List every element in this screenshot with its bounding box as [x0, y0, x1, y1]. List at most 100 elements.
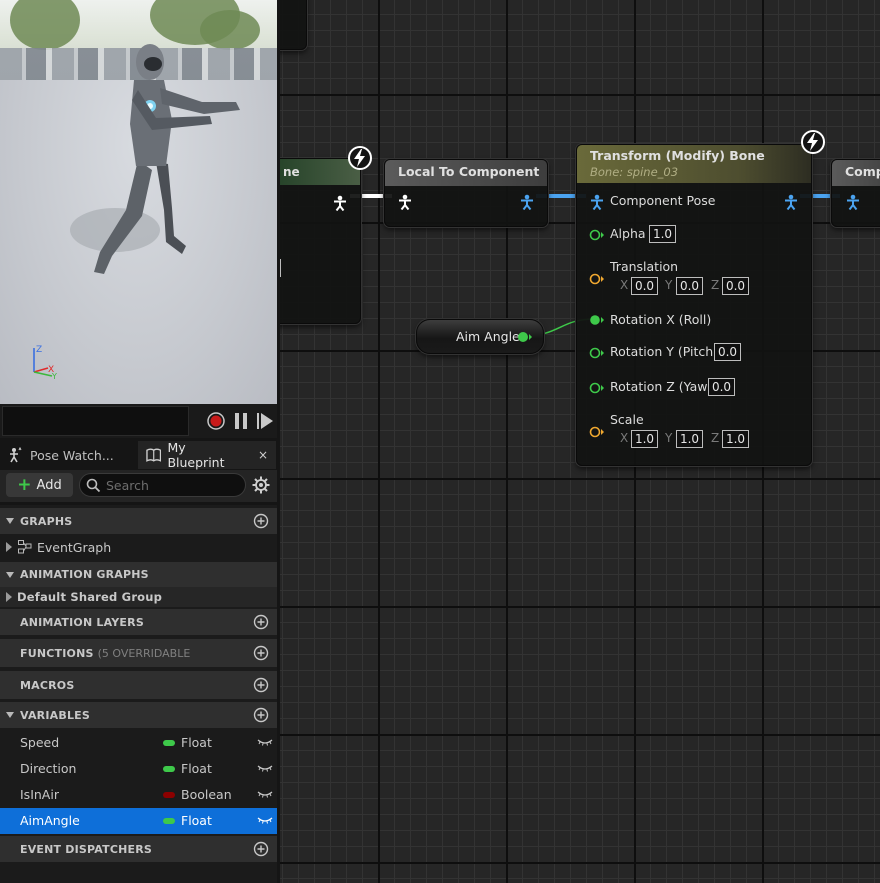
- variable-row-direction[interactable]: Direction Float: [0, 756, 277, 782]
- timeline-scrubber[interactable]: [2, 406, 189, 436]
- pin-label-alpha: Alpha: [610, 226, 646, 241]
- section-macros-title: MACROS: [20, 678, 75, 692]
- rotation-y-value-field[interactable]: 0.0: [714, 343, 741, 361]
- tab-my-blueprint[interactable]: My Blueprint ×: [138, 440, 276, 470]
- tab-pose-watch-label: Pose Watch...: [30, 447, 114, 463]
- variable-row-aimangle[interactable]: AimAngle Float: [0, 808, 277, 834]
- section-animation-graphs[interactable]: ANIMATION GRAPHS: [0, 562, 277, 587]
- variable-row-isinair[interactable]: IsInAir Boolean: [0, 782, 277, 808]
- search-box[interactable]: [79, 473, 246, 497]
- axis-y-label: Y: [665, 431, 673, 445]
- add-button-label: Add: [36, 477, 62, 493]
- float-pin-connected-icon[interactable]: [589, 314, 605, 326]
- add-macro-icon[interactable]: [253, 677, 269, 693]
- tab-close-icon[interactable]: ×: [258, 448, 268, 462]
- add-graph-icon[interactable]: [253, 513, 269, 529]
- mannequin-character: [70, 44, 240, 274]
- search-input[interactable]: [106, 477, 242, 493]
- float-pin-icon[interactable]: [589, 347, 605, 359]
- node-title: Transform (Modify) Bone: [590, 148, 765, 163]
- pose-input-pin-icon[interactable]: [398, 194, 412, 210]
- chevron-down-icon: [6, 571, 14, 578]
- pose-output-pin-icon[interactable]: [333, 195, 347, 211]
- section-macros[interactable]: MACROS: [0, 671, 277, 699]
- float-pin-icon[interactable]: [589, 229, 605, 241]
- tab-pose-watch[interactable]: Pose Watch...: [0, 441, 136, 469]
- scale-x-field[interactable]: 1.0: [631, 430, 658, 448]
- node-aim-angle-getter[interactable]: Aim Angle: [416, 319, 544, 354]
- node-title-fragment: Compo: [845, 164, 880, 179]
- variable-row-speed[interactable]: Speed Float: [0, 730, 277, 756]
- my-blueprint-panel: GRAPHS EventGraph ANIMATION GRAPHS Defau…: [0, 505, 277, 883]
- component-pose-input-pin-icon[interactable]: [846, 194, 860, 210]
- section-graphs[interactable]: GRAPHS: [0, 508, 277, 534]
- record-icon[interactable]: [207, 412, 225, 430]
- boolean-type-pill: [163, 792, 175, 798]
- node-header: Compo: [832, 160, 880, 186]
- partial-node-top[interactable]: [280, 0, 307, 50]
- playback-bar: [0, 404, 277, 438]
- functions-overridable-count: (5 OVERRIDABLE: [97, 646, 191, 660]
- partial-node-left[interactable]: ne .0: [280, 158, 361, 324]
- float-pin-icon[interactable]: [589, 382, 605, 394]
- graph-item-eventgraph[interactable]: EventGraph: [0, 534, 277, 560]
- axis-z-label: Z: [711, 431, 720, 445]
- gear-icon[interactable]: [252, 476, 270, 494]
- component-pose-output-pin-icon[interactable]: [520, 194, 534, 210]
- value-field-fragment[interactable]: .0: [280, 259, 281, 277]
- variable-type: Float: [181, 735, 212, 750]
- scale-y-field[interactable]: 1.0: [676, 430, 703, 448]
- float-type-pill: [163, 740, 175, 746]
- node-header: Local To Component: [385, 160, 547, 186]
- section-functions-title: FUNCTIONS: [20, 646, 94, 660]
- component-pose-input-pin-icon[interactable]: [590, 194, 604, 210]
- pause-icon[interactable]: [232, 412, 250, 430]
- pin-label-translation: Translation: [610, 259, 679, 274]
- add-dispatcher-icon[interactable]: [253, 841, 269, 857]
- component-pose-output-pin-icon[interactable]: [784, 194, 798, 210]
- rotation-z-value-field[interactable]: 0.0: [708, 378, 735, 396]
- add-variable-icon[interactable]: [253, 707, 269, 723]
- node-transform-modify-bone[interactable]: Transform (Modify) Bone Bone: spine_03 C…: [576, 144, 812, 466]
- axis-x-label: X: [620, 431, 629, 445]
- chevron-right-icon: [6, 592, 12, 602]
- scale-z-field[interactable]: 1.0: [722, 430, 749, 448]
- alpha-value-field[interactable]: 1.0: [649, 225, 676, 243]
- translation-z-field[interactable]: 0.0: [722, 277, 749, 295]
- translation-x-field[interactable]: 0.0: [631, 277, 658, 295]
- variable-name: IsInAir: [20, 787, 59, 802]
- add-function-icon[interactable]: [253, 645, 269, 661]
- event-graph-icon: [18, 540, 32, 554]
- animation-viewport[interactable]: Z X Y: [0, 0, 277, 404]
- variable-name: Direction: [20, 761, 77, 776]
- group-default-shared[interactable]: Default Shared Group: [0, 587, 277, 607]
- book-icon: [146, 448, 162, 462]
- pose-watch-icon: [10, 447, 22, 463]
- eye-closed-icon[interactable]: [257, 814, 273, 826]
- section-animation-layers[interactable]: ANIMATION LAYERS: [0, 609, 277, 635]
- add-layer-icon[interactable]: [253, 614, 269, 630]
- graph-item-label: EventGraph: [37, 539, 112, 555]
- add-button[interactable]: + Add: [6, 473, 73, 497]
- eye-closed-icon[interactable]: [257, 736, 273, 748]
- section-functions[interactable]: FUNCTIONS (5 OVERRIDABLE: [0, 639, 277, 667]
- float-output-pin-icon[interactable]: [517, 331, 533, 343]
- lightning-icon: [348, 146, 372, 170]
- variable-type: Float: [181, 761, 212, 776]
- float-type-pill: [163, 766, 175, 772]
- translation-y-field[interactable]: 0.0: [676, 277, 703, 295]
- section-variables[interactable]: VARIABLES: [0, 702, 277, 728]
- axis-z-label: Z: [36, 345, 42, 355]
- node-local-to-component[interactable]: Local To Component: [384, 159, 548, 227]
- vector-pin-icon[interactable]: [589, 273, 605, 285]
- eye-closed-icon[interactable]: [257, 762, 273, 774]
- group-default-shared-label: Default Shared Group: [17, 590, 163, 604]
- play-forward-icon[interactable]: [256, 412, 274, 430]
- partial-node-component[interactable]: Compo: [831, 159, 880, 227]
- pin-label-scale: Scale: [610, 412, 644, 427]
- eye-closed-icon[interactable]: [257, 788, 273, 800]
- tab-my-blueprint-label: My Blueprint: [167, 440, 225, 470]
- vector-pin-icon[interactable]: [589, 426, 605, 438]
- anim-graph-canvas[interactable]: ne .0 Local To Component Transform (Modi…: [280, 0, 880, 883]
- section-event-dispatchers[interactable]: EVENT DISPATCHERS: [0, 836, 277, 862]
